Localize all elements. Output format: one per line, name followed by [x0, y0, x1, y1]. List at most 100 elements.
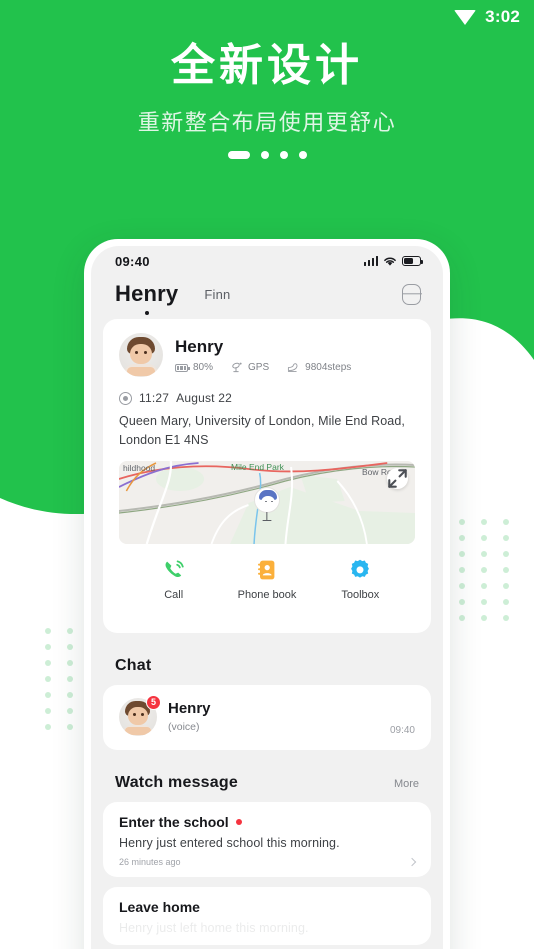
location-date: August 22 — [176, 391, 232, 405]
profile-name: Henry — [175, 337, 224, 356]
wifi-icon — [454, 10, 477, 25]
chat-list-item[interactable]: 5 Henry (voice) 09:40 — [103, 684, 431, 750]
pager-dot-4[interactable] — [298, 151, 307, 159]
page-subtitle: 重新整合布局使用更舒心 — [137, 110, 397, 135]
watch-message-more-button[interactable]: More — [394, 778, 419, 790]
battery-icon — [402, 256, 424, 266]
decorative-dot — [459, 615, 465, 621]
watch-message-section-title: Watch message — [115, 773, 238, 791]
phone-mockup: 09:40 Henry Finn Henry 80% GPS 9804steps… — [84, 239, 450, 949]
hero-copy: 全新设计 重新整合布局使用更舒心 — [0, 38, 534, 159]
watch-message-title: Leave home — [119, 898, 200, 915]
avatar — [119, 333, 163, 377]
app-root: 3:02 全新设计 重新整合布局使用更舒心 09:40 Henry Finn H… — [0, 0, 534, 949]
battery-icon — [175, 363, 190, 372]
stat-steps-label: 9804steps — [305, 362, 352, 373]
pager-dot-1[interactable] — [227, 151, 250, 159]
tab-henry[interactable]: Henry — [115, 281, 178, 307]
stat-steps: 9804steps — [287, 362, 351, 373]
decorative-dot — [45, 724, 51, 730]
profile-info: Henry 80% GPS 9804steps — [175, 337, 351, 373]
expand-icon[interactable] — [387, 467, 408, 489]
decorative-dot — [45, 644, 51, 650]
decorative-dot — [45, 708, 51, 714]
decorative-dot — [45, 628, 51, 634]
phone-status-icons — [363, 256, 424, 267]
phone-call-icon — [162, 558, 186, 582]
watch-message-title: Enter the school — [119, 813, 229, 830]
pager-dot-2[interactable] — [260, 151, 269, 159]
decorative-dot — [67, 644, 73, 650]
unread-dot-icon — [235, 818, 242, 825]
decorative-dot — [459, 583, 465, 589]
map-label-mile-end-park: Mile End Park — [231, 461, 284, 472]
decorative-dot — [67, 724, 73, 730]
signal-bars-icon — [363, 256, 378, 266]
map-preview[interactable]: hildhood Mile End Park Bow Road — [119, 460, 415, 544]
action-toolbox-label: Toolbox — [341, 588, 380, 601]
tab-finn[interactable]: Finn — [204, 287, 230, 302]
watch-message-item[interactable]: Enter the school Henry just entered scho… — [103, 801, 431, 877]
profile-card[interactable]: Henry 80% GPS 9804steps 11:27 August 22 … — [103, 319, 431, 633]
page-title: 全新设计 — [171, 41, 363, 90]
decorative-dot — [459, 535, 465, 541]
decorative-dot — [67, 676, 73, 682]
decorative-dot — [503, 583, 509, 589]
decorative-dot — [45, 676, 51, 682]
action-call-label: Call — [164, 588, 184, 601]
watch-icon[interactable] — [402, 283, 421, 305]
stat-battery-label: 80% — [193, 362, 214, 373]
unread-badge: 5 — [146, 694, 161, 710]
decorative-dot — [481, 583, 487, 589]
wifi-icon — [384, 257, 396, 266]
decorative-dot-grid-right — [459, 519, 525, 631]
watch-message-body: Henry just entered school this morning. — [119, 835, 340, 850]
location-time: 11:27 — [139, 391, 170, 405]
decorative-dot — [45, 660, 51, 666]
decorative-dot-grid-left — [45, 628, 89, 740]
phone-clock: 09:40 — [115, 253, 150, 269]
shoe-steps-icon — [287, 362, 300, 373]
decorative-dot — [503, 615, 509, 621]
pager-dots[interactable] — [0, 151, 534, 159]
watch-message-timestamp: 26 minutes ago — [119, 856, 181, 867]
decorative-dot — [481, 519, 487, 525]
chat-section-title: Chat — [115, 656, 152, 674]
pager-dot-3[interactable] — [279, 151, 288, 159]
decorative-dot — [481, 599, 487, 605]
chevron-right-icon[interactable] — [407, 857, 417, 866]
phone-status-bar: 09:40 — [91, 246, 443, 276]
decorative-dot — [459, 599, 465, 605]
decorative-dot — [503, 551, 509, 557]
profile-row: Henry 80% GPS 9804steps — [119, 333, 415, 377]
chat-item-time: 09:40 — [389, 724, 415, 736]
action-toolbox[interactable]: Toolbox — [314, 558, 407, 601]
map-label-childhood: hildhood — [123, 462, 156, 473]
decorative-dot — [459, 567, 465, 573]
action-phone-book[interactable]: Phone book — [220, 558, 313, 601]
action-call[interactable]: Call — [127, 558, 220, 601]
location-address: Queen Mary, University of London, Mile E… — [119, 414, 405, 447]
stat-battery: 80% — [175, 362, 213, 373]
watch-message-item[interactable]: Leave home Henry just left home this mor… — [103, 886, 431, 945]
os-status-bar: 3:02 — [0, 0, 534, 34]
decorative-dot — [503, 535, 509, 541]
quick-actions: Call Phone book Toolbox — [119, 544, 415, 617]
decorative-dot — [503, 519, 509, 525]
os-clock: 3:02 — [485, 7, 520, 26]
chat-item-name: Henry — [168, 700, 211, 717]
decorative-dot — [67, 708, 73, 714]
decorative-dot — [67, 628, 73, 634]
watch-message-body: Henry just left home this morning. — [119, 920, 309, 935]
decorative-dot — [67, 660, 73, 666]
child-location-pin[interactable] — [254, 486, 280, 521]
profile-stats: 80% GPS 9804steps — [175, 362, 351, 373]
gps-satellite-icon — [231, 362, 243, 373]
chat-item-preview: (voice) — [168, 721, 200, 733]
watch-message-footer: 26 minutes ago — [119, 856, 417, 867]
location-time-row: 11:27 August 22 — [119, 391, 415, 405]
phone-screen: 09:40 Henry Finn Henry 80% GPS 9804steps… — [91, 246, 443, 949]
decorative-dot — [503, 599, 509, 605]
stat-gps-label: GPS — [248, 362, 270, 373]
action-phone-book-label: Phone book — [237, 588, 297, 601]
